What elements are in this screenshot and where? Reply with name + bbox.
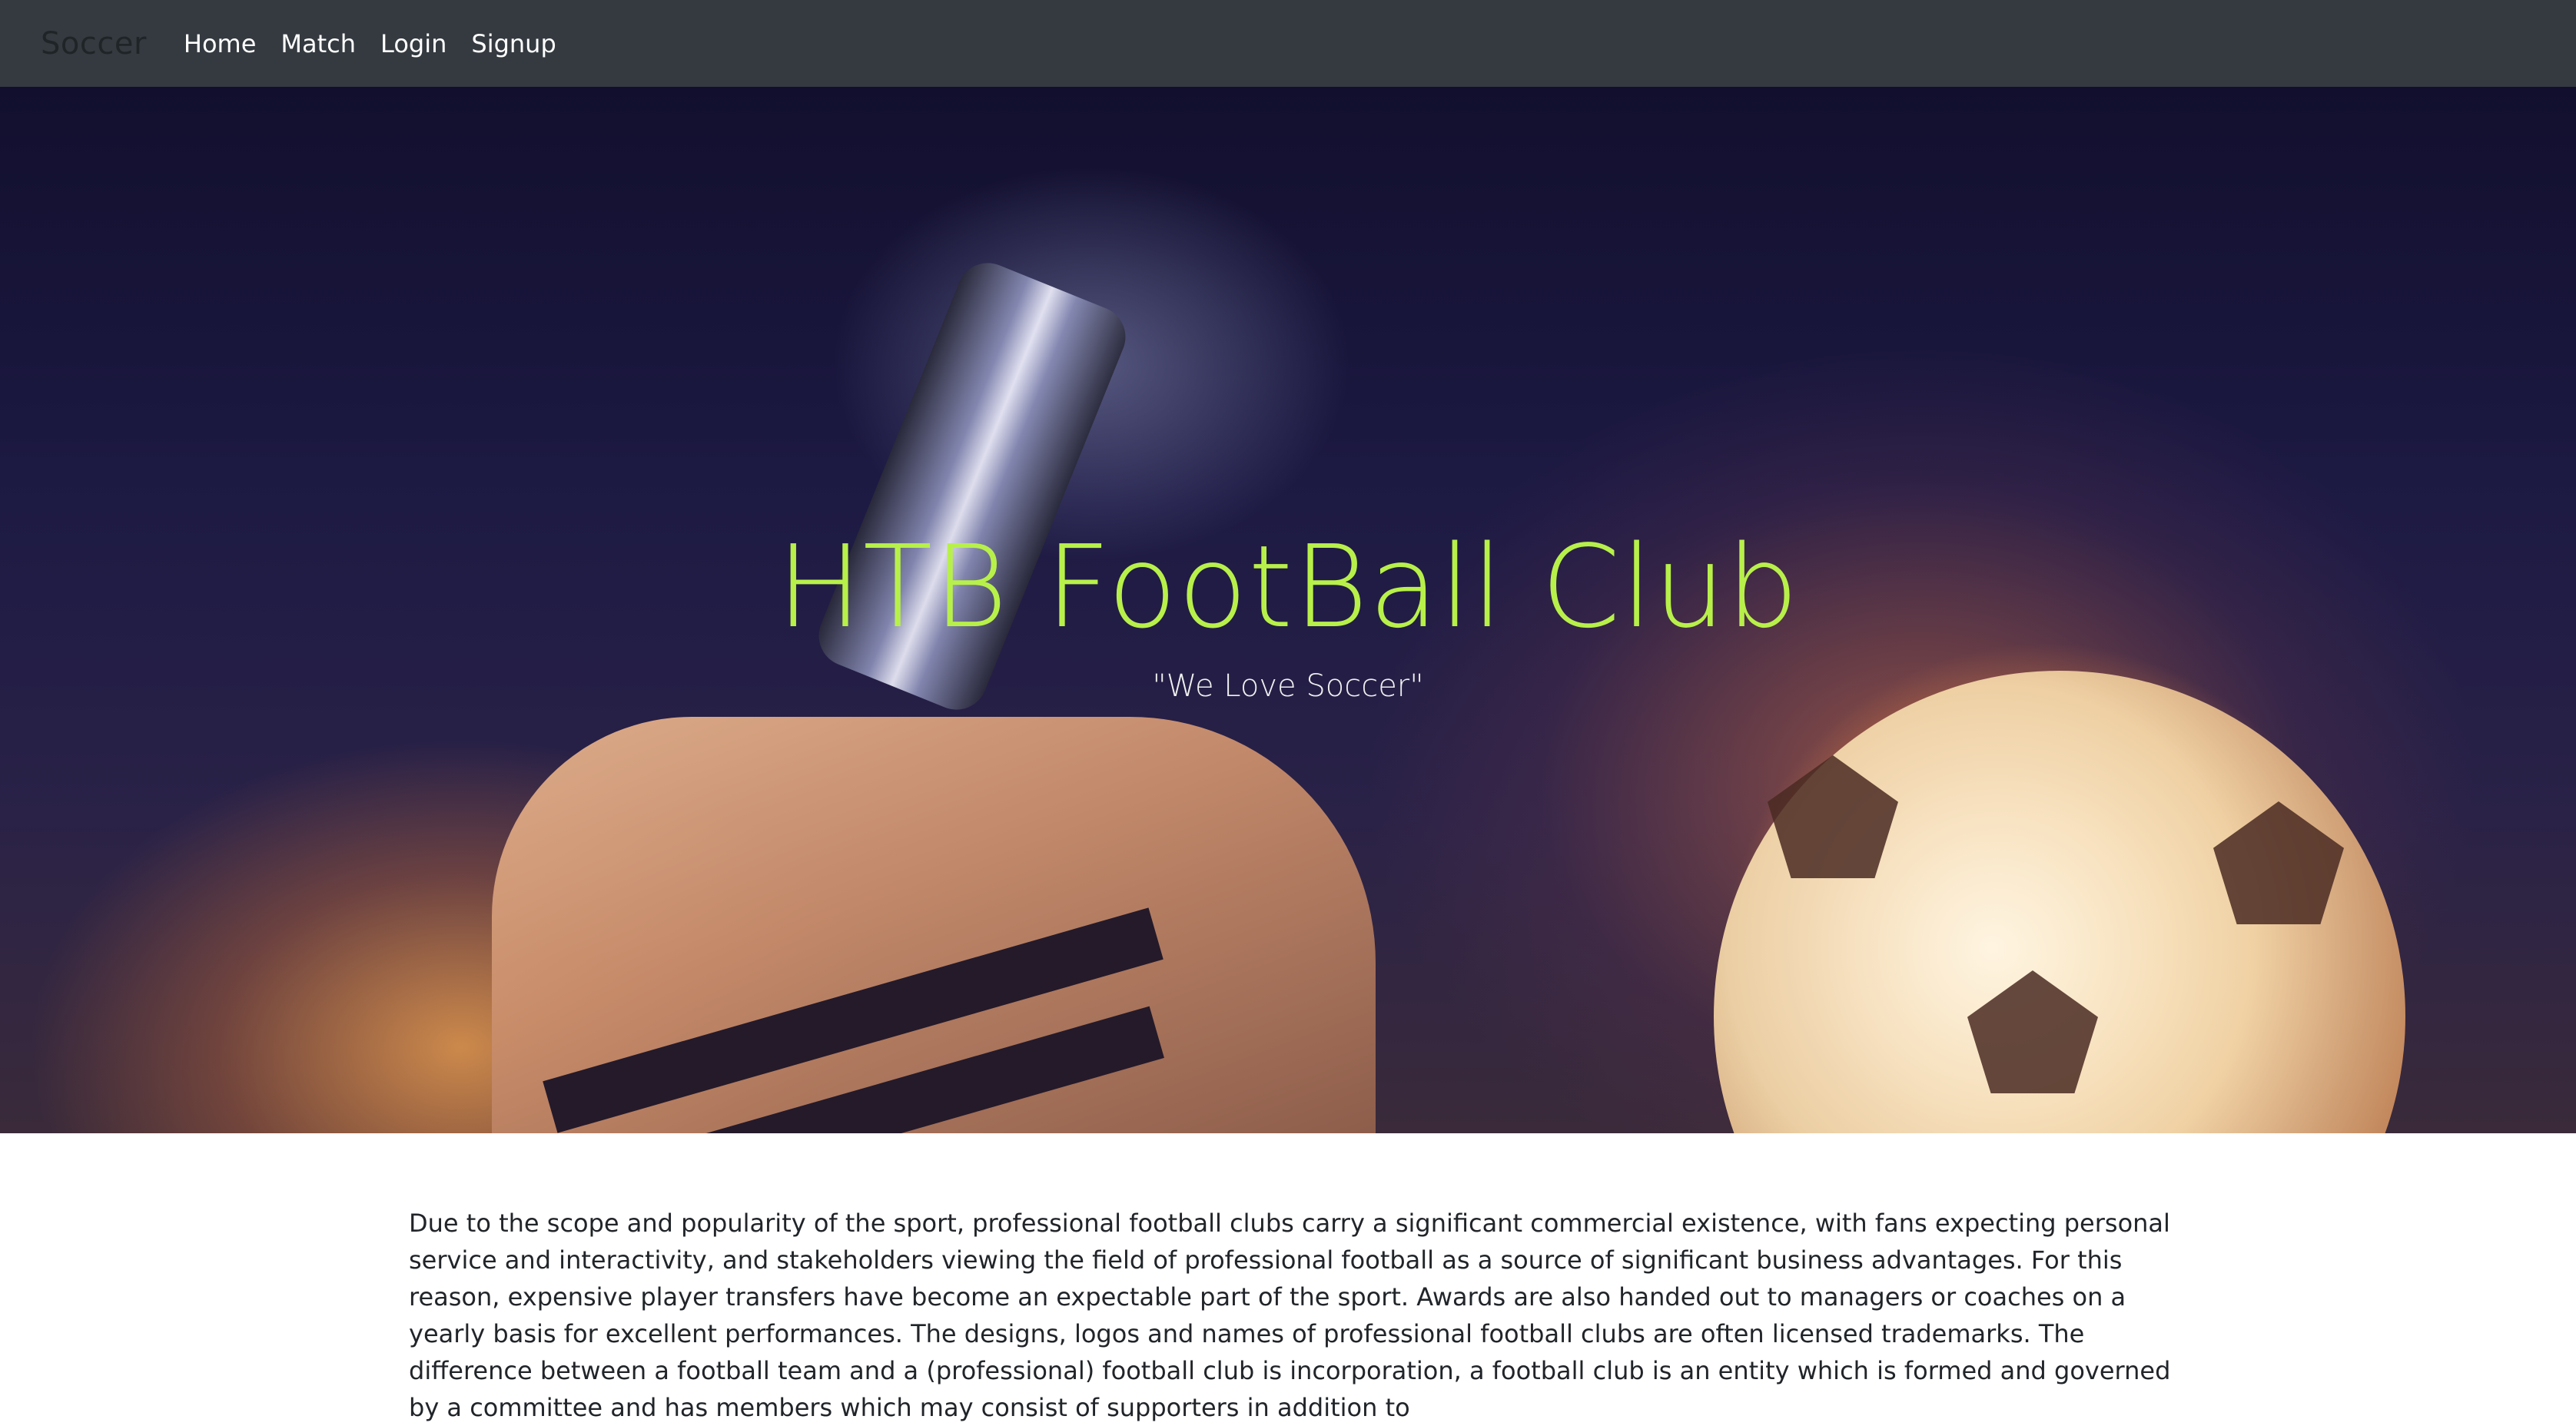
nav-link-match[interactable]: Match [281, 29, 356, 58]
hero-subtitle: "We Love Soccer" [1152, 668, 1424, 704]
hero-title: HTB FootBall Club [776, 521, 1800, 653]
nav-link-signup[interactable]: Signup [471, 29, 556, 58]
main-content: Due to the scope and popularity of the s… [409, 1205, 2176, 1426]
hero-banner: HTB FootBall Club "We Love Soccer" [0, 87, 2576, 1133]
top-navbar: Soccer Home Match Login Signup [0, 0, 2576, 87]
content-paragraph: Due to the scope and popularity of the s… [409, 1209, 2171, 1422]
navbar-brand[interactable]: Soccer [41, 26, 147, 61]
nav-link-login[interactable]: Login [380, 29, 446, 58]
hero-text-container: HTB FootBall Club "We Love Soccer" [0, 87, 2576, 1133]
nav-link-home[interactable]: Home [184, 29, 257, 58]
